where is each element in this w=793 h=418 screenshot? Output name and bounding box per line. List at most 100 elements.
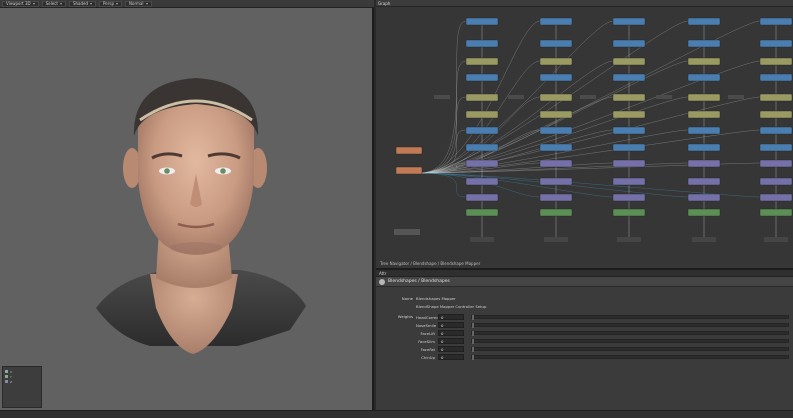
graph-node[interactable] [687, 177, 721, 186]
3d-viewport[interactable]: Viewport 3D Select Shaded Persp Normal X… [0, 0, 374, 410]
graph-node[interactable] [465, 126, 499, 135]
graph-output-node[interactable] [764, 237, 788, 242]
weight-slider[interactable] [471, 315, 789, 320]
weight-value-field[interactable]: 0 [438, 322, 464, 328]
graph-output-node[interactable] [617, 237, 641, 242]
graph-node[interactable] [687, 143, 721, 152]
graph-input-node[interactable] [395, 146, 423, 155]
slider-handle[interactable] [472, 323, 474, 328]
graph-node[interactable] [759, 159, 793, 168]
graph-side-node[interactable] [728, 95, 744, 99]
graph-node[interactable] [759, 208, 793, 217]
slider-handle[interactable] [472, 331, 474, 336]
slider-handle[interactable] [472, 339, 474, 344]
head-model-render[interactable] [0, 8, 374, 410]
graph-node[interactable] [612, 208, 646, 217]
graph-node[interactable] [687, 39, 721, 48]
node-graph-canvas[interactable] [376, 7, 793, 261]
graph-node[interactable] [465, 93, 499, 102]
graph-node[interactable] [612, 177, 646, 186]
graph-node[interactable] [687, 17, 721, 26]
graph-node[interactable] [539, 17, 573, 26]
weight-slider[interactable] [471, 331, 789, 336]
weight-slider[interactable] [471, 355, 789, 360]
weight-value-field[interactable]: 0 [438, 338, 464, 344]
weight-slider[interactable] [471, 339, 789, 344]
graph-node[interactable] [687, 73, 721, 82]
graph-side-node[interactable] [508, 95, 524, 99]
graph-node[interactable] [612, 17, 646, 26]
graph-node[interactable] [539, 143, 573, 152]
graph-node[interactable] [687, 208, 721, 217]
graph-node[interactable] [465, 177, 499, 186]
graph-node[interactable] [539, 159, 573, 168]
graph-node[interactable] [687, 126, 721, 135]
graph-node[interactable] [759, 110, 793, 119]
graph-side-node[interactable] [656, 95, 672, 99]
graph-side-node[interactable] [580, 95, 596, 99]
graph-side-node[interactable] [434, 95, 450, 99]
graph-node[interactable] [539, 208, 573, 217]
weight-value-field[interactable]: 0 [438, 314, 464, 320]
graph-node[interactable] [465, 73, 499, 82]
viewport-menu-camera[interactable]: Viewport 3D [2, 0, 39, 7]
graph-node[interactable] [612, 57, 646, 66]
graph-node[interactable] [539, 126, 573, 135]
node-value[interactable]: BlendShape Mapper Controller Setup [416, 304, 486, 309]
graph-node[interactable] [465, 143, 499, 152]
graph-input-node[interactable] [395, 166, 423, 175]
graph-node[interactable] [539, 193, 573, 202]
graph-node[interactable] [465, 110, 499, 119]
graph-node[interactable] [612, 73, 646, 82]
graph-node[interactable] [539, 110, 573, 119]
viewport-menu-normal[interactable]: Normal [125, 0, 152, 7]
viewport-menu-persp[interactable]: Persp [99, 0, 123, 7]
slider-handle[interactable] [472, 347, 474, 352]
graph-node[interactable] [687, 110, 721, 119]
weight-slider[interactable] [471, 323, 789, 328]
graph-node[interactable] [539, 73, 573, 82]
graph-node[interactable] [759, 57, 793, 66]
graph-node[interactable] [612, 159, 646, 168]
graph-node[interactable] [687, 159, 721, 168]
weight-value-field[interactable]: 0 [438, 354, 464, 360]
graph-node[interactable] [539, 39, 573, 48]
graph-node[interactable] [687, 93, 721, 102]
graph-node[interactable] [465, 39, 499, 48]
weight-value-field[interactable]: 0 [438, 346, 464, 352]
graph-node[interactable] [759, 73, 793, 82]
viewport-menu-shading[interactable]: Shaded [68, 0, 97, 7]
name-value[interactable]: Blendshapes Mapper [416, 296, 456, 301]
graph-node[interactable] [759, 93, 793, 102]
graph-node[interactable] [687, 193, 721, 202]
graph-node[interactable] [465, 208, 499, 217]
graph-output-node[interactable] [470, 237, 494, 242]
graph-node[interactable] [465, 17, 499, 26]
graph-node[interactable] [465, 159, 499, 168]
graph-bottom-node[interactable] [394, 229, 420, 235]
graph-node[interactable] [759, 17, 793, 26]
graph-node[interactable] [759, 126, 793, 135]
graph-node[interactable] [539, 93, 573, 102]
graph-node[interactable] [539, 177, 573, 186]
graph-node[interactable] [612, 143, 646, 152]
graph-node[interactable] [612, 193, 646, 202]
graph-node[interactable] [612, 39, 646, 48]
graph-node[interactable] [759, 143, 793, 152]
viewport-menu-select[interactable]: Select [41, 0, 66, 7]
graph-node[interactable] [539, 57, 573, 66]
graph-node[interactable] [612, 110, 646, 119]
graph-node[interactable] [612, 93, 646, 102]
slider-handle[interactable] [472, 355, 474, 360]
graph-node[interactable] [759, 39, 793, 48]
graph-node[interactable] [612, 126, 646, 135]
attribute-editor-tab[interactable]: Attr [376, 270, 793, 277]
graph-output-node[interactable] [692, 237, 716, 242]
weight-slider[interactable] [471, 347, 789, 352]
node-graph-panel[interactable]: Graph Tree Navigator / Blendshape / Blen… [376, 0, 793, 268]
weight-value-field[interactable]: 0 [438, 330, 464, 336]
graph-node[interactable] [687, 57, 721, 66]
slider-handle[interactable] [472, 315, 474, 320]
graph-node[interactable] [759, 177, 793, 186]
graph-node[interactable] [465, 57, 499, 66]
